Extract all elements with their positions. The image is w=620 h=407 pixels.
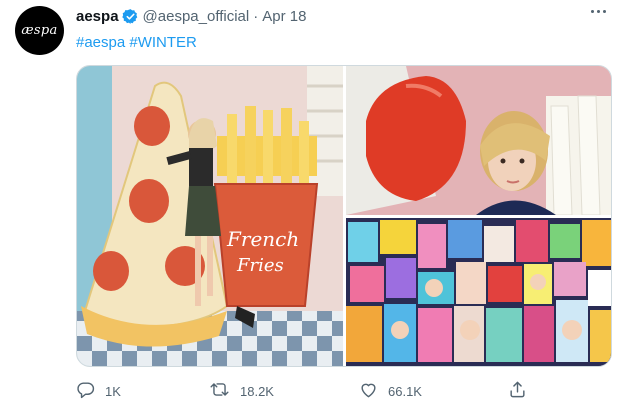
photo-3-illustration (346, 218, 611, 366)
tweet-text: #aespa #WINTER (76, 34, 197, 51)
photo-1-illustration: French Fries (77, 66, 343, 366)
share-icon (508, 380, 527, 402)
photo-2-illustration (346, 66, 611, 215)
reply-button[interactable]: 1K (76, 380, 121, 402)
retweet-count: 18.2K (240, 383, 274, 399)
photo-2[interactable] (346, 66, 611, 215)
avatar-logo-text: æspa (21, 23, 58, 38)
tweet-actions: 1K 18.2K 66.1K (76, 380, 612, 404)
user-handle[interactable]: @aespa_official (143, 8, 250, 25)
media-grid: French Fries (76, 65, 612, 367)
avatar[interactable]: æspa (15, 6, 64, 55)
retweet-icon (209, 380, 230, 402)
reply-count: 1K (105, 383, 121, 399)
photo-3[interactable] (346, 218, 611, 366)
hashtag-winter[interactable]: #WINTER (129, 34, 197, 51)
reply-icon (76, 380, 95, 402)
like-button[interactable]: 66.1K (359, 380, 422, 402)
fries-box-text-line2: Fries (236, 255, 284, 276)
tweet-date[interactable]: Apr 18 (262, 8, 306, 25)
more-options-icon[interactable] (591, 10, 606, 13)
fries-box-text-line1: French (226, 227, 299, 251)
verified-badge-icon (121, 8, 139, 25)
like-count: 66.1K (388, 383, 422, 399)
display-name[interactable]: aespa (76, 8, 119, 25)
share-button[interactable] (508, 380, 527, 402)
photo-1[interactable]: French Fries (77, 66, 343, 366)
like-icon (359, 380, 378, 402)
tweet-header: aespa @aespa_official · Apr 18 (76, 8, 306, 25)
retweet-button[interactable]: 18.2K (209, 380, 274, 402)
separator-dot: · (253, 8, 259, 25)
hashtag-aespa[interactable]: #aespa (76, 34, 125, 51)
